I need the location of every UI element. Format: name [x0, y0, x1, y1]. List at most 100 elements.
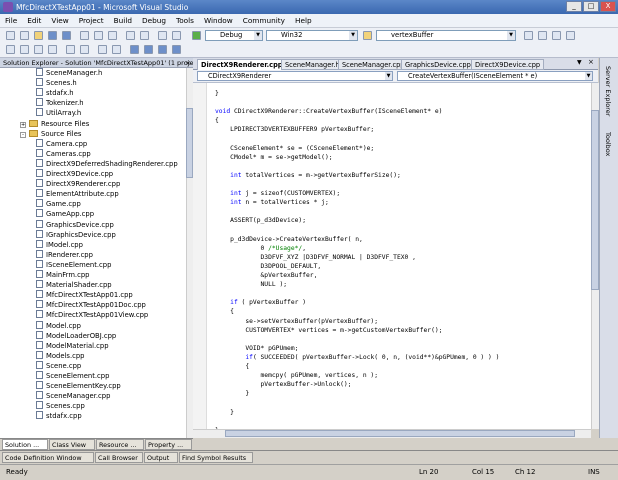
tree-file[interactable]: Cameras.cpp: [36, 148, 91, 159]
chevron-down-icon[interactable]: ▼: [254, 31, 262, 40]
expand-icon[interactable]: +: [20, 121, 26, 128]
tab-directx9renderer-cpp[interactable]: DirectX9Renderer.cpp: [197, 59, 287, 70]
close-button[interactable]: X: [600, 1, 616, 12]
add-item-icon[interactable]: [20, 31, 29, 40]
uncomment-lines-icon[interactable]: [112, 45, 121, 54]
chevron-down-icon[interactable]: ▼: [577, 59, 582, 66]
tree-file[interactable]: Scenes.h: [36, 78, 77, 88]
menu-view[interactable]: View: [46, 16, 73, 25]
tree-file[interactable]: ElementAttribute.cpp: [36, 189, 119, 199]
collapse-icon[interactable]: -: [20, 131, 26, 138]
solution-configuration-combo[interactable]: Debug ▼: [205, 30, 263, 41]
menu-debug[interactable]: Debug: [137, 16, 171, 25]
previous-bookmark-icon[interactable]: [144, 45, 153, 54]
display-parameter-info-icon[interactable]: [20, 45, 29, 54]
tree-file[interactable]: Models.cpp: [36, 350, 84, 361]
find-combo[interactable]: vertexBuffer ▼: [376, 30, 516, 41]
tree-file[interactable]: IRenderer.cpp: [36, 249, 93, 260]
increase-indent-icon[interactable]: [80, 45, 89, 54]
clear-bookmarks-icon[interactable]: [172, 45, 181, 54]
toolbox-tab[interactable]: Toolbox: [604, 132, 612, 156]
tree-file[interactable]: DirectX9DeferredShadingRenderer.cpp: [36, 158, 178, 169]
tree-file[interactable]: SceneElement.cpp: [36, 371, 109, 381]
tree-file[interactable]: ModelMaterial.cpp: [36, 340, 109, 351]
tree-file[interactable]: IGraphicsDevice.cpp: [36, 229, 116, 240]
tab-property-manager[interactable]: Property ...: [145, 439, 192, 450]
tab-find-symbol-results[interactable]: Find Symbol Results: [179, 452, 253, 463]
tree-file[interactable]: Tokenizer.h: [36, 98, 84, 108]
properties-window-icon[interactable]: [538, 31, 547, 40]
menu-edit[interactable]: Edit: [22, 16, 46, 25]
tree-file[interactable]: GameApp.cpp: [36, 209, 94, 219]
tree-file[interactable]: Scenes.cpp: [36, 401, 85, 411]
tree-file[interactable]: GraphicsDevice.cpp: [36, 219, 114, 230]
close-icon[interactable]: ×: [186, 58, 191, 67]
tree-file[interactable]: MaterialShader.cpp: [36, 280, 112, 290]
tab-resource-view[interactable]: Resource ...: [96, 439, 144, 450]
tree-file[interactable]: ISceneElement.cpp: [36, 259, 111, 270]
tab-code-definition-window[interactable]: Code Definition Window: [2, 452, 94, 463]
navigate-forward-icon[interactable]: [172, 31, 181, 40]
method-selector[interactable]: CreateVertexBuffer(ISceneElement * e) ▼: [397, 71, 593, 81]
object-browser-icon[interactable]: [552, 31, 561, 40]
undo-icon[interactable]: [126, 31, 135, 40]
chevron-down-icon[interactable]: ▼: [507, 31, 515, 40]
tab-output[interactable]: Output: [144, 452, 178, 463]
solution-explorer-scroll-thumb[interactable]: [186, 108, 193, 178]
menu-tools[interactable]: Tools: [171, 16, 199, 25]
tree-file[interactable]: SceneManager.cpp: [36, 391, 110, 401]
toolbox-icon[interactable]: [566, 31, 575, 40]
tree-file[interactable]: Scene.cpp: [36, 360, 81, 371]
redo-icon[interactable]: [140, 31, 149, 40]
code-editor[interactable]: } void CDirectX9Renderer::CreateVertexBuf…: [193, 83, 591, 438]
editor-horizontal-scroll-thumb[interactable]: [225, 430, 575, 437]
tree-folder[interactable]: - Source Files: [20, 129, 81, 139]
tree-file[interactable]: SceneManager.h: [36, 68, 102, 78]
server-explorer-tab[interactable]: Server Explorer: [604, 66, 612, 116]
tree-file[interactable]: DirectX9Renderer.cpp: [36, 179, 120, 189]
tree-file[interactable]: SceneElementKey.cpp: [36, 381, 121, 391]
solution-platform-combo[interactable]: Win32 ▼: [266, 30, 358, 41]
tree-file[interactable]: stdafx.cpp: [36, 411, 82, 421]
decrease-indent-icon[interactable]: [66, 45, 75, 54]
save-all-icon[interactable]: [62, 31, 71, 40]
tree-file[interactable]: Game.cpp: [36, 199, 81, 209]
start-debugging-icon[interactable]: [192, 31, 201, 40]
class-selector[interactable]: CDirectX9Renderer ▼: [197, 71, 393, 81]
paste-icon[interactable]: [108, 31, 117, 40]
navigate-backward-icon[interactable]: [158, 31, 167, 40]
menu-help[interactable]: Help: [290, 16, 317, 25]
menu-window[interactable]: Window: [199, 16, 238, 25]
complete-word-icon[interactable]: [48, 45, 57, 54]
tree-file[interactable]: UtilArray.h: [36, 108, 81, 118]
chevron-down-icon[interactable]: ▼: [385, 72, 392, 80]
menu-community[interactable]: Community: [238, 16, 290, 25]
tree-file[interactable]: Model.cpp: [36, 320, 81, 331]
minimize-button[interactable]: _: [566, 1, 582, 12]
menu-file[interactable]: File: [0, 16, 22, 25]
menu-build[interactable]: Build: [109, 16, 137, 25]
tab-scenemanager-h[interactable]: SceneManager.h: [281, 59, 344, 70]
tab-graphicsdevice-cpp[interactable]: GraphicsDevice.cpp: [401, 59, 475, 70]
copy-icon[interactable]: [94, 31, 103, 40]
tab-directx9device-cpp[interactable]: DirectX9Device.cpp: [471, 59, 545, 70]
tab-class-view[interactable]: Class View: [49, 439, 95, 450]
tree-file[interactable]: stdafx.h: [36, 88, 74, 98]
tree-file[interactable]: Camera.cpp: [36, 138, 87, 149]
tree-file[interactable]: MfcDirectXTestApp01View.cpp: [36, 310, 148, 320]
tree-file[interactable]: MainFrm.cpp: [36, 270, 89, 280]
menu-project[interactable]: Project: [74, 16, 109, 25]
chevron-down-icon[interactable]: ▼: [585, 72, 592, 80]
tab-solution-explorer[interactable]: Solution ...: [2, 439, 48, 450]
display-quick-info-icon[interactable]: [34, 45, 43, 54]
tree-file[interactable]: ModelLoaderOBJ.cpp: [36, 330, 116, 341]
tree-folder[interactable]: + Resource Files: [20, 119, 89, 129]
next-bookmark-icon[interactable]: [158, 45, 167, 54]
close-icon[interactable]: ×: [588, 58, 594, 66]
tab-call-browser[interactable]: Call Browser: [95, 452, 143, 463]
comment-lines-icon[interactable]: [98, 45, 107, 54]
tree-file[interactable]: DirectX9Device.cpp: [36, 169, 113, 179]
tree-file[interactable]: IModel.cpp: [36, 239, 83, 250]
new-project-icon[interactable]: [6, 31, 15, 40]
tree-file[interactable]: MfcDirectXTestApp01Doc.cpp: [36, 300, 146, 310]
